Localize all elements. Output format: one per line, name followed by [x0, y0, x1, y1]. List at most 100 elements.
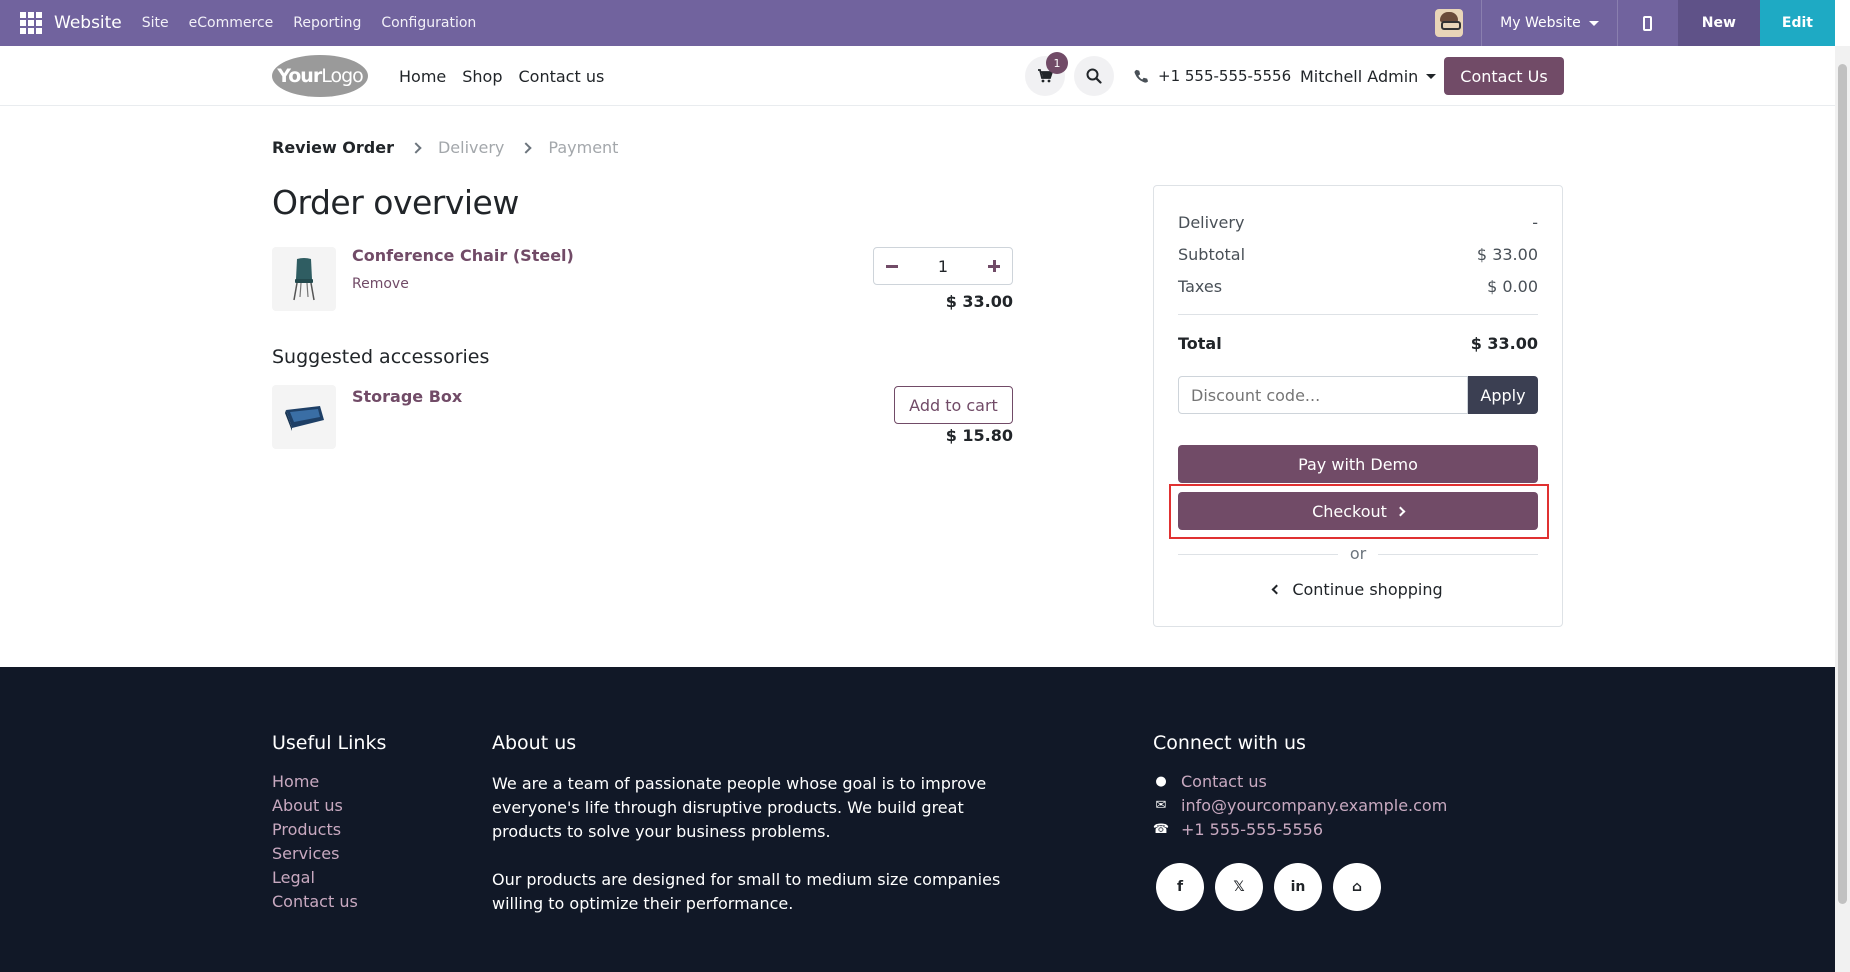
- checkout-steps: Review Order Delivery Payment: [272, 138, 618, 157]
- x-icon[interactable]: 𝕏: [1215, 863, 1263, 911]
- chevron-down-icon: [1426, 73, 1437, 79]
- quantity-value[interactable]: 1: [938, 257, 948, 276]
- site-header: Your Logo Home Shop Contact us 1 +1 555-5…: [0, 46, 1835, 106]
- page-scrollbar[interactable]: [1835, 46, 1850, 972]
- header-phone-number: +1 555-555-5556: [1158, 67, 1292, 85]
- total-label: Total: [1178, 334, 1222, 353]
- edit-button[interactable]: Edit: [1759, 0, 1835, 46]
- apply-button[interactable]: Apply: [1468, 376, 1538, 414]
- footer-link-services[interactable]: Services: [272, 844, 358, 864]
- quantity-stepper: 1: [873, 247, 1013, 285]
- chevron-right-icon: [410, 141, 422, 154]
- footer-phone: +1 555-555-5556: [1181, 820, 1324, 839]
- footer-link-home[interactable]: Home: [272, 772, 358, 792]
- search-icon: [1086, 68, 1102, 84]
- discount-code-input[interactable]: [1178, 376, 1468, 414]
- product-image-storage-box[interactable]: [272, 385, 336, 449]
- continue-shopping-link[interactable]: Continue shopping: [1178, 580, 1538, 599]
- nav-shop[interactable]: Shop: [462, 67, 502, 86]
- facebook-icon[interactable]: f: [1156, 863, 1204, 911]
- checkout-button[interactable]: Checkout: [1178, 492, 1538, 530]
- product-name-storage-box[interactable]: Storage Box: [352, 387, 462, 406]
- nav-home[interactable]: Home: [399, 67, 446, 86]
- summary-taxes-row: Taxes $ 0.00: [1178, 277, 1538, 296]
- summary-total-row: Total $ 33.00: [1178, 334, 1538, 353]
- home-icon[interactable]: ⌂: [1333, 863, 1381, 911]
- chair-icon: [293, 258, 315, 301]
- suggested-accessories-title: Suggested accessories: [272, 346, 490, 368]
- comment-icon: ●: [1155, 774, 1167, 789]
- nav-contact-us[interactable]: Contact us: [519, 67, 605, 86]
- site-logo[interactable]: Your Logo: [272, 55, 368, 97]
- scrollbar-thumb[interactable]: [1838, 64, 1847, 904]
- connect-title: Connect with us: [1153, 732, 1306, 754]
- new-button[interactable]: New: [1677, 0, 1760, 46]
- about-us-text: We are a team of passionate people whose…: [492, 772, 1022, 916]
- plus-icon[interactable]: [988, 260, 1000, 272]
- minus-icon[interactable]: [886, 264, 898, 268]
- main-nav: Home Shop Contact us: [399, 46, 604, 106]
- linkedin-icon[interactable]: in: [1274, 863, 1322, 911]
- connect-list: ● Contact us ✉ info@yourcompany.example.…: [1153, 772, 1447, 840]
- about-paragraph-1: We are a team of passionate people whose…: [492, 774, 987, 841]
- admin-menu-site[interactable]: Site: [142, 15, 169, 31]
- footer-link-about-us[interactable]: About us: [272, 796, 358, 816]
- website-selector[interactable]: My Website: [1482, 15, 1617, 31]
- admin-bar: Website Site eCommerce Reporting Configu…: [0, 0, 1835, 46]
- taxes-value: $ 0.00: [1487, 277, 1538, 296]
- about-us-title: About us: [492, 732, 577, 754]
- remove-link[interactable]: Remove: [352, 276, 409, 292]
- envelope-icon: ✉: [1155, 798, 1167, 813]
- summary-delivery-row: Delivery -: [1178, 213, 1538, 232]
- user-menu[interactable]: Mitchell Admin: [1300, 46, 1437, 106]
- step-review-order[interactable]: Review Order: [272, 138, 394, 157]
- footer-link-legal[interactable]: Legal: [272, 868, 358, 888]
- social-links: f 𝕏 in ⌂: [1156, 863, 1381, 911]
- divider: [1178, 314, 1538, 315]
- delivery-label: Delivery: [1178, 213, 1245, 232]
- continue-shopping-label: Continue shopping: [1292, 580, 1443, 599]
- chevron-right-icon: [1395, 506, 1406, 516]
- add-to-cart-button[interactable]: Add to cart: [894, 386, 1013, 424]
- footer-email-row[interactable]: ✉ info@yourcompany.example.com: [1153, 796, 1448, 816]
- subtotal-value: $ 33.00: [1476, 245, 1538, 264]
- pay-with-demo-button[interactable]: Pay with Demo: [1178, 445, 1538, 483]
- search-button[interactable]: [1074, 56, 1114, 96]
- useful-links-title: Useful Links: [272, 732, 387, 754]
- mobile-preview-icon[interactable]: [1618, 0, 1678, 46]
- footer-contact-row[interactable]: ● Contact us: [1153, 772, 1447, 792]
- total-value: $ 33.00: [1470, 334, 1538, 353]
- admin-menu-configuration[interactable]: Configuration: [381, 15, 476, 31]
- admin-menu-reporting[interactable]: Reporting: [293, 15, 361, 31]
- footer-link-products[interactable]: Products: [272, 820, 358, 840]
- header-phone[interactable]: +1 555-555-5556: [1134, 46, 1291, 106]
- storage-box-icon: [285, 406, 324, 431]
- site-footer: Useful Links Home About us Products Serv…: [0, 667, 1835, 972]
- chevron-down-icon: [1588, 20, 1599, 26]
- contact-us-button[interactable]: Contact Us: [1444, 57, 1564, 95]
- admin-menu-ecommerce[interactable]: eCommerce: [189, 15, 274, 31]
- order-summary-card: Delivery - Subtotal $ 33.00 Taxes $ 0.00…: [1153, 185, 1563, 627]
- suggested-price: $ 15.80: [945, 426, 1013, 445]
- admin-brand[interactable]: Website: [54, 13, 122, 33]
- checkout-label: Checkout: [1312, 501, 1387, 521]
- footer-phone-row[interactable]: ☎ +1 555-555-5556: [1153, 820, 1447, 840]
- user-avatar[interactable]: [1435, 9, 1464, 37]
- product-name-chair[interactable]: Conference Chair (Steel): [352, 246, 574, 265]
- phone-icon: [1134, 69, 1148, 83]
- chevron-left-icon: [1271, 584, 1282, 595]
- footer-contact-link: Contact us: [1181, 772, 1267, 791]
- logo-text: Logo: [321, 65, 364, 87]
- apps-menu-icon[interactable]: [18, 10, 44, 36]
- step-payment: Payment: [548, 138, 619, 157]
- or-separator: or: [1338, 544, 1378, 563]
- footer-link-contact-us[interactable]: Contact us: [272, 892, 358, 912]
- product-image-chair[interactable]: [272, 247, 336, 311]
- summary-subtotal-row: Subtotal $ 33.00: [1178, 245, 1538, 264]
- delivery-value: -: [1532, 213, 1538, 232]
- about-paragraph-2: Our products are designed for small to m…: [492, 870, 1001, 913]
- step-delivery: Delivery: [437, 138, 505, 157]
- footer-email: info@yourcompany.example.com: [1181, 796, 1448, 815]
- subtotal-label: Subtotal: [1178, 245, 1246, 264]
- website-selector-label: My Website: [1500, 15, 1581, 31]
